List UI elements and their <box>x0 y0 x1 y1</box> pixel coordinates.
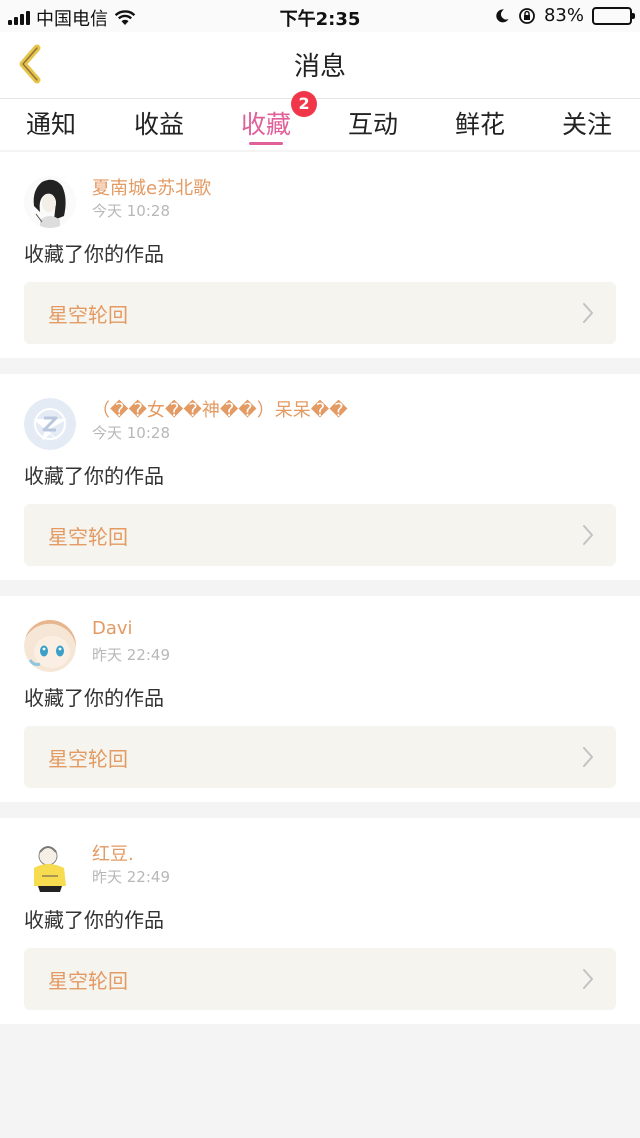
action-text: 收藏了你的作品 <box>24 242 164 266</box>
work-title: 星空轮回 <box>48 747 128 771</box>
timestamp: 昨天 22:49 <box>92 646 170 664</box>
page-title: 消息 <box>293 52 346 82</box>
active-tab-indicator <box>249 142 284 145</box>
timestamp: 今天 10:28 <box>92 424 170 442</box>
screen: 中国电信 下午2:35 83% 消息 通知 收益 收藏 2 互动 鲜花 关注 夏… <box>0 0 640 1138</box>
tab-flowers[interactable]: 鲜花 <box>455 105 505 149</box>
tab-bar: 通知 收益 收藏 2 互动 鲜花 关注 <box>0 91 640 150</box>
tab-label: 关注 <box>562 110 613 139</box>
tab-interactions[interactable]: 互动 <box>348 105 398 149</box>
tab-favorites[interactable]: 收藏 2 <box>241 91 318 149</box>
battery-percent: 83% <box>543 5 584 26</box>
tab-label: 通知 <box>26 110 77 139</box>
message-card: （��女��神��）呆呆�� 今天 10:28 收藏了你的作品 星空轮回 <box>0 374 640 580</box>
status-bar: 中国电信 下午2:35 83% <box>0 0 640 32</box>
username[interactable]: 红豆. <box>92 840 134 866</box>
anime-girl-avatar[interactable] <box>24 620 76 672</box>
username[interactable]: 夏南城e苏北歌 <box>92 174 211 200</box>
action-text: 收藏了你的作品 <box>24 464 164 488</box>
work-link[interactable]: 星空轮回 <box>24 504 616 566</box>
nav-bar: 消息 <box>0 32 640 98</box>
tab-notifications[interactable]: 通知 <box>26 105 76 149</box>
orientation-lock-icon <box>519 7 535 24</box>
tab-label: 收藏 <box>241 110 292 139</box>
work-link[interactable]: 星空轮回 <box>24 282 616 344</box>
tab-earnings[interactable]: 收益 <box>134 105 184 149</box>
default-z-avatar[interactable] <box>24 398 76 450</box>
work-link[interactable]: 星空轮回 <box>24 726 616 788</box>
work-title: 星空轮回 <box>48 303 128 327</box>
work-title: 星空轮回 <box>48 969 128 993</box>
tab-label: 鲜花 <box>455 110 506 139</box>
sketch-girl-avatar[interactable] <box>24 176 76 228</box>
work-title: 星空轮回 <box>48 525 128 549</box>
message-card: Davi 昨天 22:49 收藏了你的作品 星空轮回 <box>0 596 640 802</box>
chevron-right-icon <box>583 969 593 989</box>
username[interactable]: （��女��神��）呆呆�� <box>92 396 348 422</box>
message-card: 夏南城e苏北歌 今天 10:28 收藏了你的作品 星空轮回 <box>0 152 640 358</box>
unread-badge: 2 <box>291 91 318 117</box>
moon-icon <box>496 8 509 22</box>
work-link[interactable]: 星空轮回 <box>24 948 616 1010</box>
chevron-right-icon <box>583 747 593 767</box>
yellow-sweater-avatar[interactable] <box>24 842 76 894</box>
action-text: 收藏了你的作品 <box>24 908 164 932</box>
timestamp: 昨天 22:49 <box>92 868 170 886</box>
chevron-right-icon <box>583 303 593 323</box>
tab-label: 收益 <box>134 110 185 139</box>
battery-icon <box>592 6 635 25</box>
timestamp: 今天 10:28 <box>92 202 170 220</box>
tab-label: 互动 <box>348 110 399 139</box>
message-card: 红豆. 昨天 22:49 收藏了你的作品 星空轮回 <box>0 818 640 1024</box>
tab-following[interactable]: 关注 <box>562 105 612 149</box>
chevron-right-icon <box>583 525 593 545</box>
username[interactable]: Davi <box>92 618 133 639</box>
action-text: 收藏了你的作品 <box>24 686 164 710</box>
